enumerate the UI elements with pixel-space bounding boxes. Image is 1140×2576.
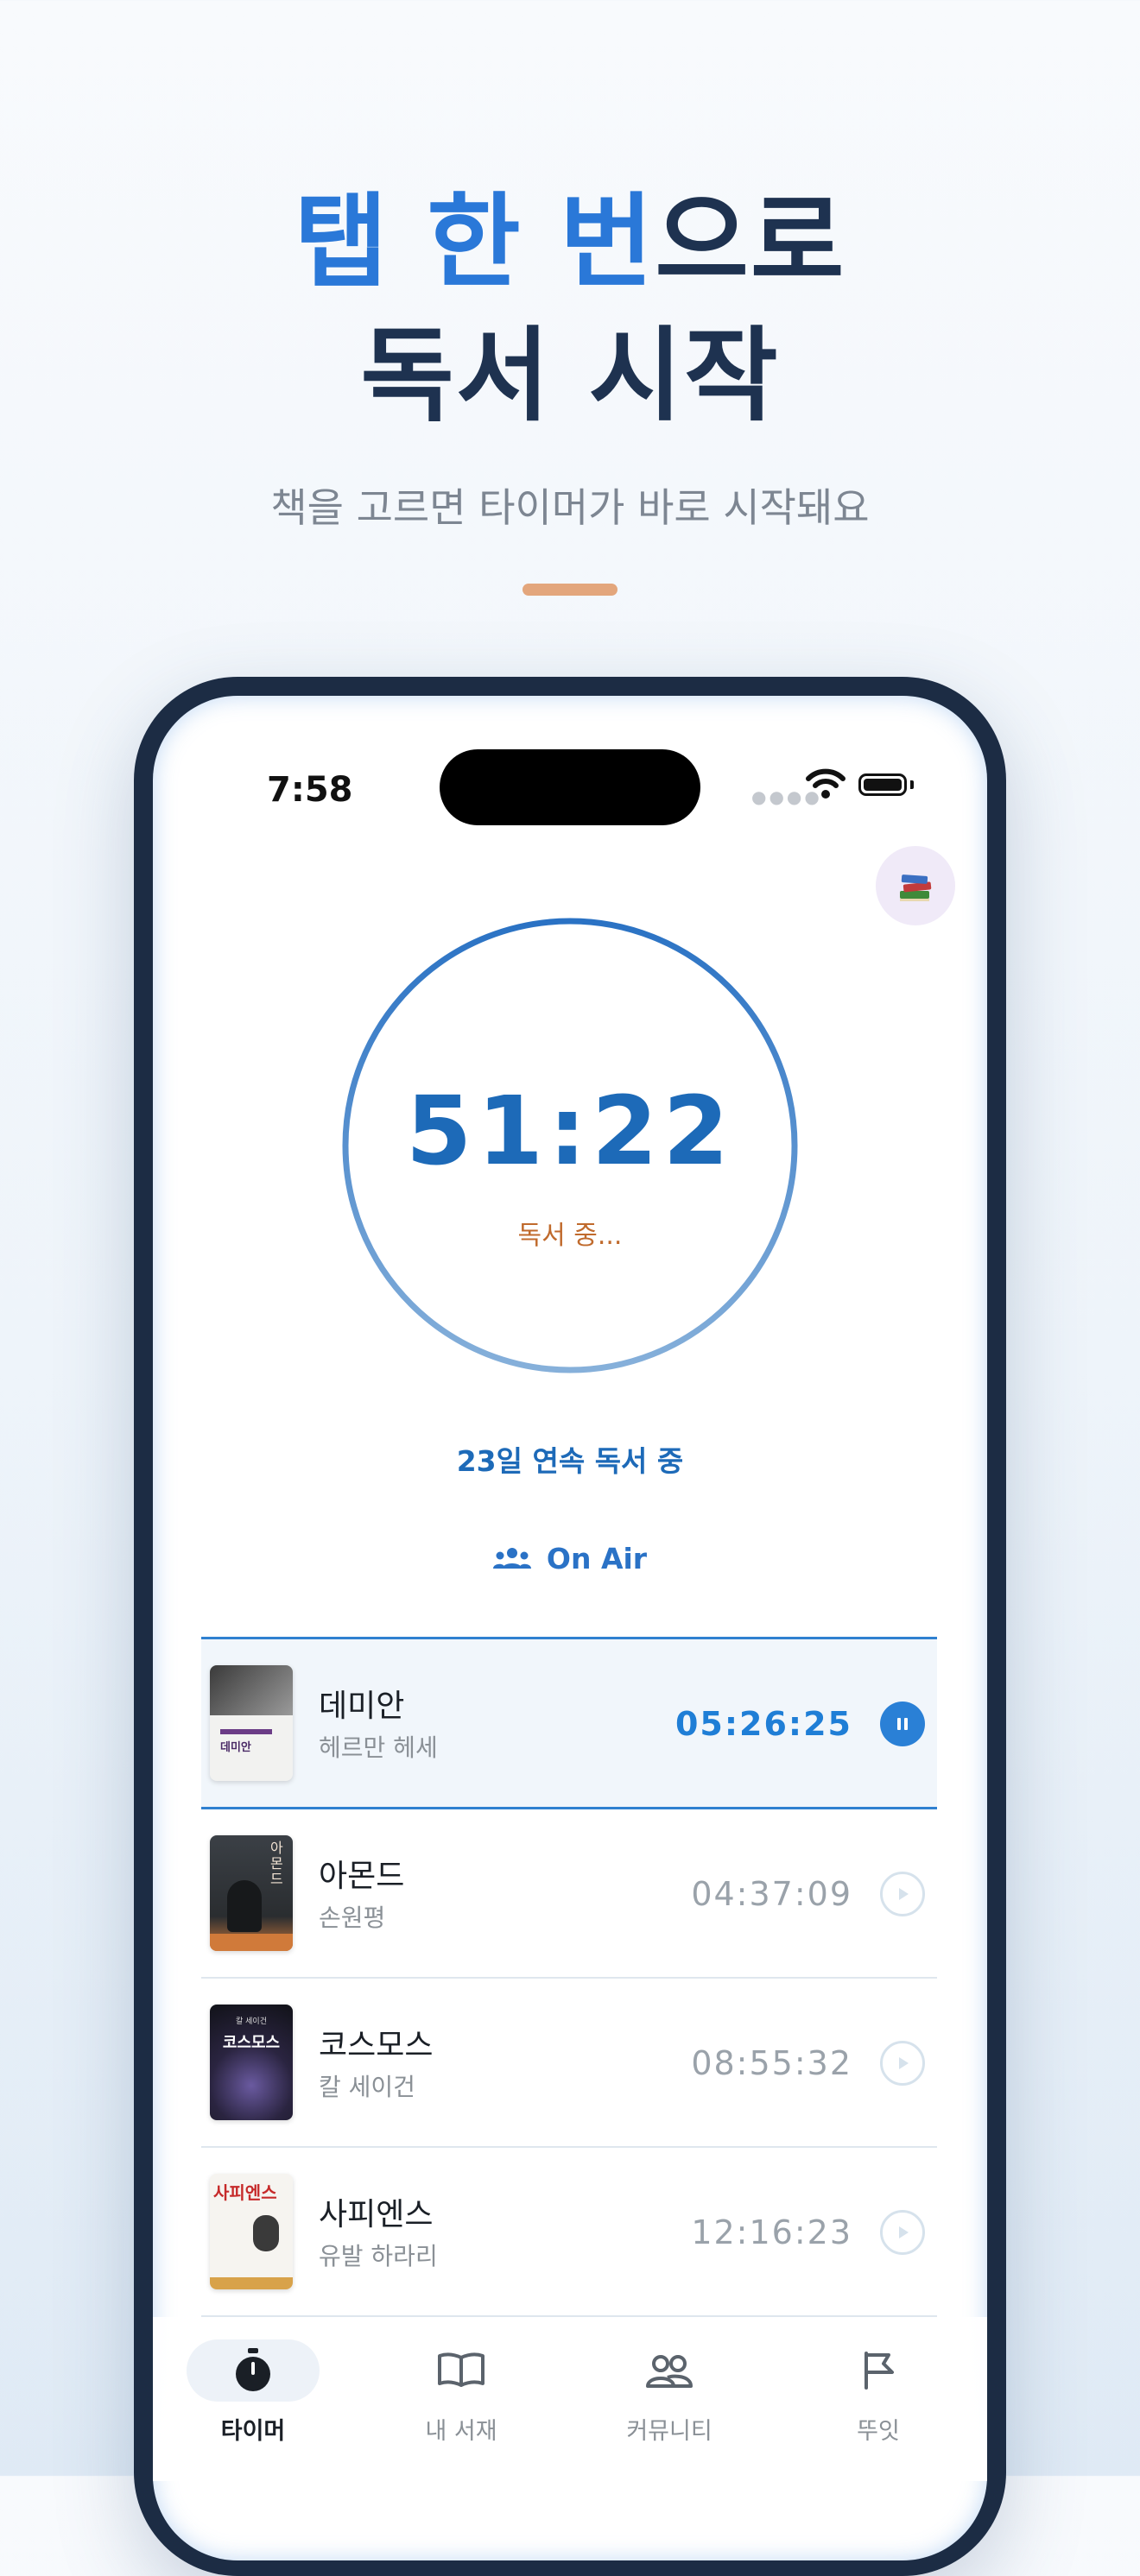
flag-icon — [801, 2339, 956, 2402]
app-screen: 7:58 ●●●● 51:22 독서 중... 23일 연속 독서 중 On A… — [153, 696, 987, 2560]
play-icon — [899, 1888, 909, 1900]
tab-goals[interactable]: 뚜잇 — [801, 2339, 956, 2446]
tab-community[interactable]: 커뮤니티 — [592, 2339, 747, 2446]
cover-title-cosmos: 코스모스 — [222, 2034, 281, 2052]
headline-line-2: 독서 시작 — [360, 316, 780, 435]
book-row-demian[interactable]: 데미안 데미안 헤르만 헤세 05:26:25 — [201, 1637, 937, 1809]
wifi-icon — [806, 768, 846, 799]
headline-line-1: 탭 한 번으로 — [0, 177, 1140, 306]
tab-timer[interactable]: 타이머 — [175, 2339, 331, 2446]
book-title: 사피엔스 — [319, 2197, 434, 2232]
accent-divider — [522, 584, 618, 596]
tab-label: 타이머 — [220, 2418, 286, 2445]
book-row-almond[interactable]: 아몬드 아몬드 손원평 04:37:09 — [201, 1809, 937, 1979]
promo-subtitle: 책을 고르면 타이머가 바로 시작돼요 — [270, 484, 870, 531]
pause-button[interactable] — [880, 1702, 925, 1746]
book-reading-time: 04:37:09 — [691, 1875, 852, 1913]
tab-label: 내 서재 — [425, 2418, 497, 2445]
play-icon — [899, 2226, 909, 2238]
book-author: 헤르만 헤세 — [319, 1733, 438, 1762]
book-cover-cosmos: 칼 세이건 코스모스 — [210, 2005, 293, 2120]
people-group-icon — [492, 1547, 531, 1569]
cover-title-sapiens: 사피엔스 — [213, 2182, 277, 2203]
book-row-cosmos[interactable]: 칼 세이건 코스모스 코스모스 칼 세이건 08:55:32 — [201, 1979, 937, 2148]
headline-accent: 탭 한 번 — [294, 182, 656, 301]
book-reading-time: 05:26:25 — [674, 1705, 852, 1743]
cover-title-demian: 데미안 — [220, 1741, 251, 1754]
book-cover-demian: 데미안 — [210, 1665, 293, 1781]
play-button[interactable] — [880, 2041, 925, 2086]
battery-cap — [910, 780, 914, 789]
tab-label: 뚜잇 — [857, 2418, 900, 2445]
dynamic-island — [440, 749, 700, 825]
on-air-label: On Air — [546, 1542, 648, 1575]
tab-bar: 타이머 내 서재 커뮤니티 뚜잇 — [153, 2317, 987, 2481]
book-author: 칼 세이건 — [319, 2073, 415, 2101]
library-button[interactable] — [876, 846, 955, 925]
stopwatch-icon — [187, 2339, 320, 2402]
book-reading-time: 12:16:23 — [691, 2213, 852, 2251]
timer-value: 51:22 — [405, 1076, 735, 1186]
phone-frame: 7:58 ●●●● 51:22 독서 중... 23일 연속 독서 중 On A… — [134, 677, 1006, 2576]
book-author: 손원평 — [319, 1904, 386, 1932]
open-book-icon — [383, 2339, 539, 2402]
headline-rest: 으로 — [655, 182, 846, 301]
status-time: 7:58 — [267, 770, 353, 810]
books-icon — [900, 874, 932, 901]
battery-icon — [858, 773, 907, 796]
book-reading-time: 08:55:32 — [691, 2044, 852, 2082]
on-air-button[interactable]: On Air — [153, 1542, 987, 1575]
book-author: 유발 하라리 — [319, 2242, 438, 2270]
reading-streak: 23일 연속 독서 중 — [456, 1444, 684, 1478]
cover-author-cosmos: 칼 세이건 — [236, 2017, 267, 2026]
book-list: 데미안 데미안 헤르만 헤세 05:26:25 아몬드 아몬드 손원평 04:3… — [201, 1637, 937, 2317]
pause-icon — [897, 1718, 908, 1730]
timer-status: 독서 중... — [517, 1221, 623, 1251]
play-button[interactable] — [880, 1872, 925, 1916]
play-icon — [899, 2057, 909, 2069]
cover-title-almond: 아몬드 — [270, 1840, 283, 1887]
book-title: 데미안 — [319, 1689, 405, 1724]
play-button[interactable] — [880, 2210, 925, 2255]
tab-library[interactable]: 내 서재 — [383, 2339, 539, 2446]
people-icon — [592, 2339, 747, 2402]
book-cover-almond: 아몬드 — [210, 1835, 293, 1951]
book-cover-sapiens: 사피엔스 — [210, 2174, 293, 2289]
tab-label: 커뮤니티 — [626, 2418, 712, 2445]
book-row-sapiens[interactable]: 사피엔스 사피엔스 유발 하라리 12:16:23 — [201, 2148, 937, 2317]
book-title: 아몬드 — [319, 1859, 405, 1894]
book-title: 코스모스 — [319, 2028, 434, 2063]
